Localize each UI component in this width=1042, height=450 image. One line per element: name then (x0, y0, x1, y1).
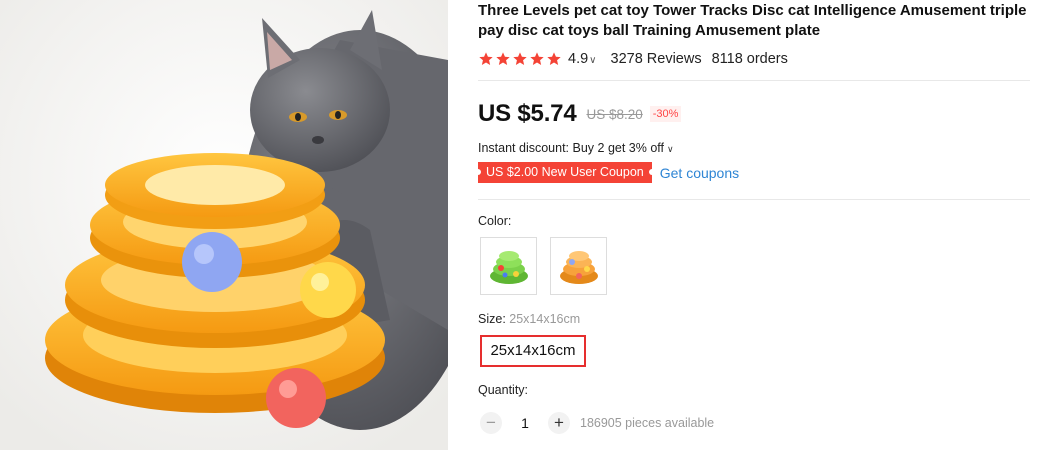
rating-stars (478, 51, 562, 67)
price-row: US $5.74 US $8.20 -30% (478, 100, 682, 128)
selected-size-text: 25x14x16cm (509, 312, 581, 326)
quantity-stepper: − 1 + 186905 pieces available (480, 412, 714, 434)
discount-badge: -30% (649, 106, 682, 122)
product-info-panel: Three Levels pet cat toy Tower Tracks Di… (475, 0, 1030, 434)
star-icon (513, 52, 527, 65)
decrease-quantity-button[interactable]: − (480, 412, 502, 434)
coupon-row: US $2.00 New User Coupon Get coupons (475, 162, 739, 183)
product-main-image[interactable] (0, 0, 448, 450)
chevron-down-icon: ∨ (667, 144, 674, 154)
instant-discount[interactable]: Instant discount: Buy 2 get 3% off ∨ (478, 141, 674, 155)
divider (478, 199, 1030, 200)
quantity-value[interactable]: 1 (502, 415, 548, 431)
color-swatches (480, 237, 607, 295)
get-coupons-link[interactable]: Get coupons (660, 165, 739, 181)
star-icon (547, 52, 561, 65)
size-option-button[interactable]: 25x14x16cm (480, 335, 586, 367)
divider (478, 80, 1030, 81)
color-option-orange[interactable] (550, 237, 607, 295)
pieces-available: 186905 pieces available (580, 416, 715, 430)
color-label: Color: (478, 214, 512, 228)
new-user-coupon-badge: US $2.00 New User Coupon (475, 162, 655, 183)
star-icon (496, 52, 510, 65)
cat-toy-photo (0, 0, 448, 450)
rating-row: 4.9∨ 3278 Reviews 8118 orders (478, 48, 1030, 70)
product-title: Three Levels pet cat toy Tower Tracks Di… (478, 2, 1027, 39)
color-option-green[interactable] (480, 237, 537, 295)
current-price: US $5.74 (478, 100, 577, 127)
original-price: US $8.20 (586, 106, 643, 122)
green-tower-icon (489, 251, 528, 284)
orders-count: 8118 orders (711, 51, 788, 67)
orange-tower-icon (559, 251, 598, 284)
rating-value[interactable]: 4.9∨ (568, 51, 597, 67)
star-icon (479, 52, 493, 65)
reviews-link[interactable]: 3278 Reviews (611, 51, 702, 67)
increase-quantity-button[interactable]: + (548, 412, 570, 434)
chevron-down-icon: ∨ (589, 55, 597, 66)
size-label: Size: 25x14x16cm (478, 312, 581, 326)
quantity-label: Quantity: (478, 383, 529, 397)
star-icon (530, 52, 544, 65)
